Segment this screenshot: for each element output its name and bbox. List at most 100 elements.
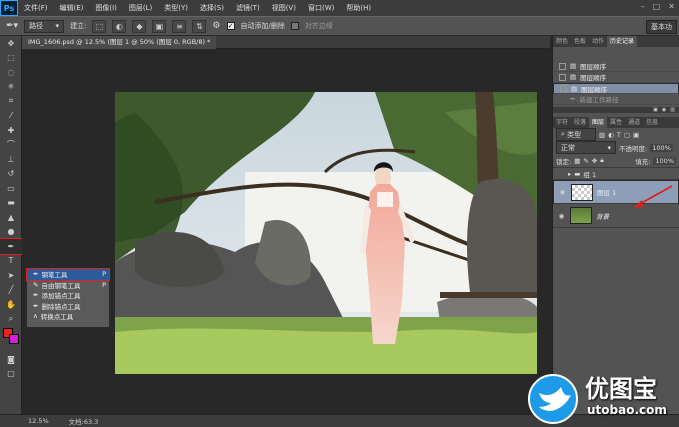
lock-all-icon[interactable]: 🔒︎ [600, 156, 603, 165]
filter-type-icon[interactable]: T [617, 131, 621, 139]
lock-position-icon[interactable]: ✥ [592, 157, 597, 165]
tab-swatches[interactable]: 色板 [571, 36, 589, 47]
zoom-level[interactable]: 12.5% [28, 417, 49, 425]
magic-wand-tool-icon[interactable]: ✳ [0, 80, 22, 95]
tab-layers[interactable]: 图层 [589, 117, 608, 128]
background-color-swatch[interactable] [9, 334, 19, 344]
eye-icon[interactable]: ◉ [558, 188, 567, 196]
history-snapshot-box[interactable] [559, 73, 566, 81]
path-align-icon[interactable]: ≡ [172, 19, 187, 33]
filter-adjust-icon[interactable]: ◐ [608, 131, 614, 139]
menu-view[interactable]: 视图(V) [266, 0, 302, 16]
filter-shape-icon[interactable]: ▢ [624, 131, 630, 139]
path-ops-icon[interactable]: ▣ [152, 19, 167, 33]
opacity-input[interactable]: 100% [650, 143, 673, 152]
path-selection-tool-icon[interactable]: ➤ [0, 268, 22, 283]
menu-image[interactable]: 图像(I) [89, 0, 123, 16]
menu-select[interactable]: 选择(S) [194, 0, 230, 16]
tab-history[interactable]: 历史记录 [607, 36, 638, 47]
menu-type[interactable]: 类型(Y) [158, 0, 194, 16]
menu-edit[interactable]: 编辑(E) [54, 0, 90, 16]
tab-info[interactable]: 信息 [643, 117, 661, 128]
history-snapshot-box[interactable] [559, 62, 566, 70]
quick-mask-icon[interactable]: ◙ [0, 352, 22, 367]
flyout-item-convert-point[interactable]: ∧ 转换点工具 [27, 311, 109, 322]
document-tab[interactable]: IMG_1606.psd @ 12.5% (图层 1 @ 50% (图层 0, … [22, 36, 217, 49]
menu-help[interactable]: 帮助(H) [340, 0, 377, 16]
fill-input[interactable]: 100% [653, 156, 676, 165]
history-item-label: 图层顺序 [581, 85, 608, 94]
menu-filter[interactable]: 滤镜(T) [230, 0, 266, 16]
auto-add-checkbox[interactable]: ✓ [226, 22, 235, 30]
align-edges-checkbox[interactable] [290, 22, 299, 30]
type-tool-icon[interactable]: T [0, 254, 22, 269]
workspace-button[interactable]: 基本功 [646, 20, 677, 34]
menu-layer[interactable]: 图层(L) [123, 0, 158, 16]
lock-label: 锁定: [556, 157, 572, 166]
trash-icon[interactable]: ▥ [670, 107, 675, 113]
flyout-item-delete-anchor[interactable]: ✒ 删除锚点工具 [27, 301, 109, 312]
lasso-tool-icon[interactable]: ◌ [0, 65, 22, 80]
kind-filter-select[interactable]: ⌕ 类型 [556, 128, 596, 141]
tab-properties[interactable]: 属性 [607, 117, 625, 128]
blur-tool-icon[interactable]: ▲ [0, 210, 22, 225]
close-icon[interactable]: ✕ [668, 2, 675, 11]
new-document-icon[interactable]: ▣ [653, 107, 658, 113]
history-snapshot-box[interactable] [560, 85, 567, 92]
tab-paragraph[interactable]: 段落 [571, 117, 589, 128]
tab-character[interactable]: 字符 [553, 117, 571, 128]
eye-icon[interactable]: ◉ [557, 212, 566, 220]
history-item[interactable]: ✒ 新建工作路径 [553, 94, 679, 105]
filter-image-icon[interactable]: ▨ [599, 131, 605, 139]
tab-color[interactable]: 颜色 [553, 36, 571, 47]
tab-channels[interactable]: 通道 [625, 117, 643, 128]
history-item[interactable]: ▤ 图层顺序 [553, 83, 679, 94]
healing-brush-tool-icon[interactable]: ✚ [0, 123, 22, 138]
zoom-tool-icon[interactable]: ⌕ [0, 312, 22, 327]
gear-icon[interactable]: ⚙ [212, 21, 220, 31]
lock-row: 锁定: ▦ ✎ ✥ 🔒︎ 填充: 100% [553, 154, 679, 167]
dodge-tool-icon[interactable]: ● [0, 225, 22, 240]
line-tool-icon[interactable]: ╱ [0, 283, 22, 298]
blend-mode-select[interactable]: 正常 ▾ [556, 141, 616, 154]
menu-bar: Ps 文件(F) 编辑(E) 图像(I) 图层(L) 类型(Y) 选择(S) 滤… [0, 0, 679, 16]
path-arrange-icon[interactable]: ⇅ [192, 19, 207, 33]
hand-tool-icon[interactable]: ✋ [0, 297, 22, 312]
flyout-item-add-anchor[interactable]: ✒ 添加锚点工具 [27, 290, 109, 301]
shape-button[interactable]: ◆ [132, 19, 147, 33]
pen-tool-preset-icon[interactable]: ✒▾ [6, 21, 18, 31]
clone-stamp-tool-icon[interactable]: ⊥ [0, 152, 22, 167]
group-name: 组 1 [583, 170, 597, 179]
move-tool-icon[interactable]: ✥ [0, 36, 22, 51]
screen-mode-icon[interactable]: ▢ [0, 367, 22, 382]
flyout-item-pen[interactable]: ✒ 钢笔工具 P [26, 268, 110, 281]
filter-smart-icon[interactable]: ▣ [633, 131, 639, 139]
pen-tool-icon[interactable]: ✒ [0, 238, 23, 255]
mode-select[interactable]: 路径 ▾ [24, 19, 65, 33]
minimize-icon[interactable]: – [641, 2, 645, 11]
history-snapshot-box[interactable] [559, 96, 566, 103]
layer-group-row[interactable]: ▸ ▬ 组 1 [553, 167, 679, 180]
eraser-tool-icon[interactable]: ▭ [0, 181, 22, 196]
lock-brush-icon[interactable]: ✎ [583, 157, 588, 165]
collapse-arrow-icon[interactable]: ▸ [568, 170, 571, 178]
selection-button[interactable]: ⬚ [92, 19, 107, 33]
brush-tool-icon[interactable]: ⌒ [0, 138, 22, 153]
eyedropper-tool-icon[interactable]: ⁄ [0, 109, 22, 124]
color-swatches-icon[interactable] [0, 326, 22, 352]
mask-button[interactable]: ◐ [112, 19, 127, 33]
camera-icon[interactable]: ◉ [662, 107, 666, 113]
marquee-tool-icon[interactable]: ⬚ [0, 51, 22, 66]
history-item[interactable]: ▤ 图层顺序 [553, 72, 679, 83]
menu-file[interactable]: 文件(F) [18, 0, 54, 16]
document-image[interactable] [115, 92, 537, 374]
lock-pixels-icon[interactable]: ▦ [574, 157, 580, 165]
tab-actions[interactable]: 动作 [589, 36, 607, 47]
history-item[interactable]: ▤ 图层顺序 [553, 61, 679, 72]
flyout-item-freeform-pen[interactable]: ✎ 自由钢笔工具 P [27, 280, 109, 291]
gradient-tool-icon[interactable]: ▬ [0, 196, 22, 211]
history-brush-tool-icon[interactable]: ↺ [0, 167, 22, 182]
crop-tool-icon[interactable]: ⌗ [0, 94, 22, 109]
menu-window[interactable]: 窗口(W) [302, 0, 340, 16]
maximize-icon[interactable]: □ [653, 2, 661, 11]
